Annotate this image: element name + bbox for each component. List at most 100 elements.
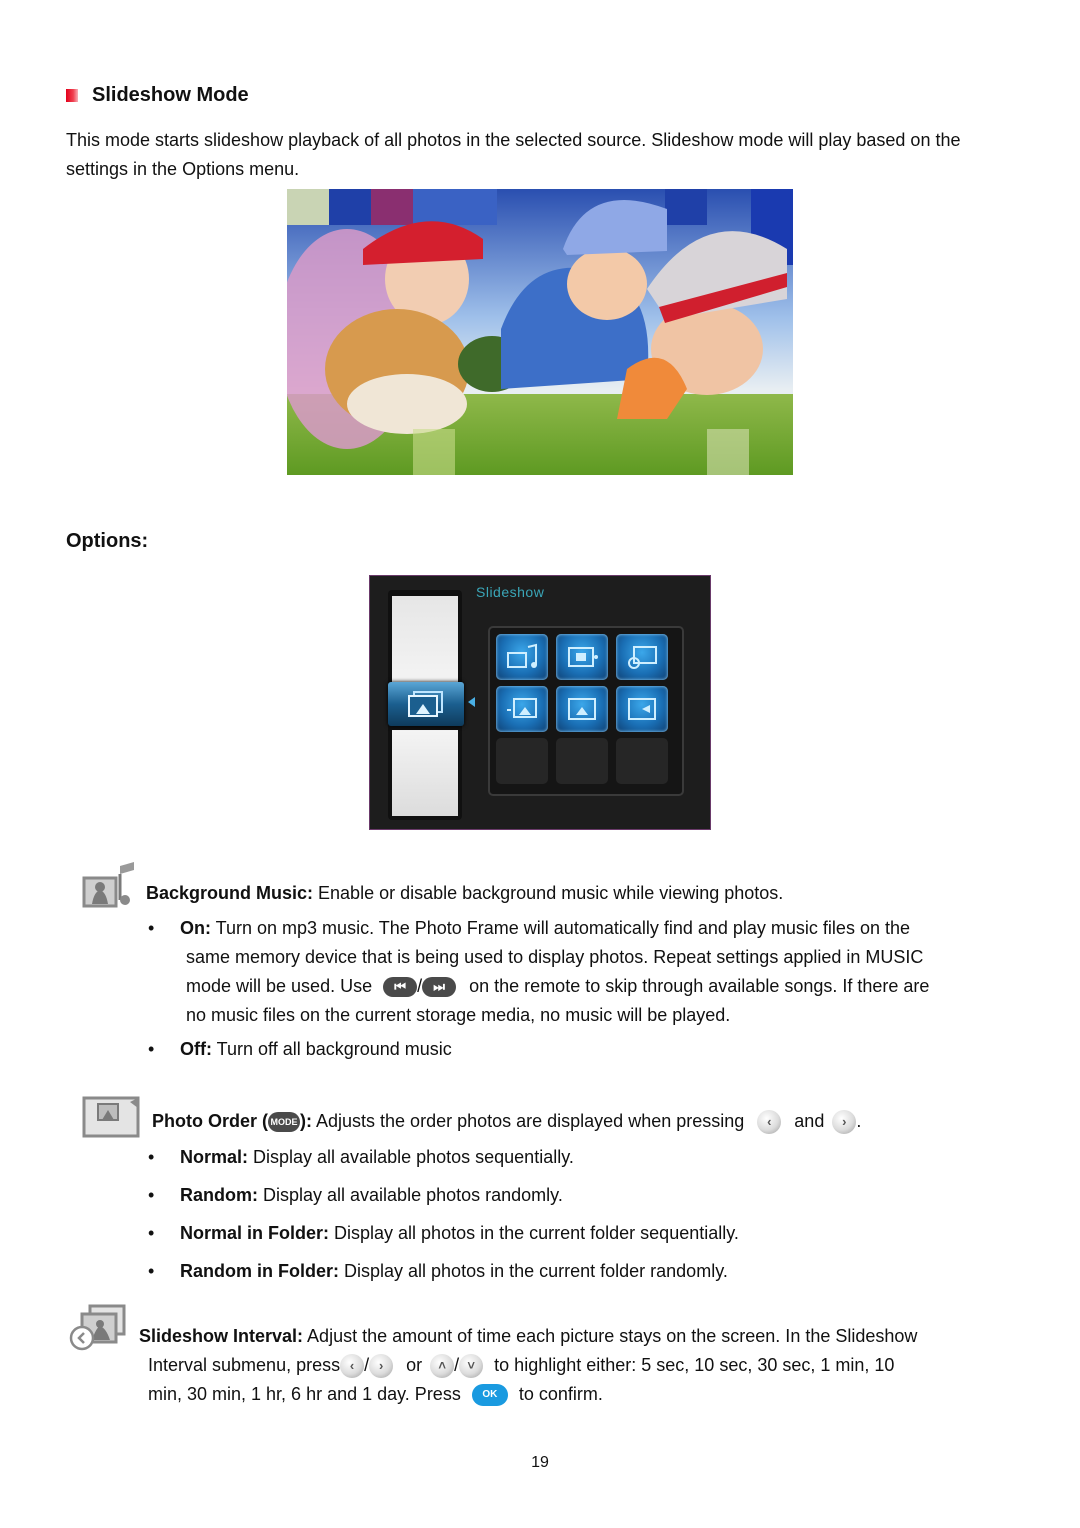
normal-label: Normal: bbox=[180, 1147, 249, 1167]
bullet-dot: • bbox=[148, 1039, 155, 1059]
random-label: Random: bbox=[180, 1185, 258, 1205]
tile-glyph bbox=[507, 698, 537, 718]
empty-slot bbox=[616, 738, 668, 784]
interval-line-2: Interval submenu, press ‹ / › or ˄ / ˅ to high… bbox=[148, 1351, 894, 1380]
section-heading: Slideshow Mode bbox=[66, 84, 249, 107]
tile-glyph bbox=[507, 643, 537, 668]
page-number: 19 bbox=[531, 1454, 549, 1471]
bullet-dot: • bbox=[148, 918, 155, 938]
photo-order-icon[interactable] bbox=[556, 634, 608, 680]
exit-icon[interactable] bbox=[616, 686, 668, 732]
off-label: Off: bbox=[180, 1039, 212, 1059]
slideshow-interval-icon[interactable] bbox=[496, 686, 548, 732]
collage-tile bbox=[413, 429, 455, 475]
photo-order-heading: Photo Order (MODE): Adjusts the order ph… bbox=[152, 1107, 861, 1136]
slideshow-interval-icon bbox=[69, 1304, 126, 1351]
random-in-folder-text: Random in Folder: Display all photos in … bbox=[180, 1257, 728, 1286]
interval-text-2a: Interval submenu, press bbox=[148, 1355, 341, 1375]
slideshow-interval-label: Slideshow Interval: bbox=[139, 1326, 304, 1346]
slideshow-interval-heading: Slideshow Interval: Adjust the amount of… bbox=[139, 1322, 917, 1351]
bullet-dot: • bbox=[148, 1223, 155, 1243]
options-heading: Options: bbox=[66, 530, 149, 552]
tile-glyph bbox=[568, 647, 598, 667]
selection-arrow-icon bbox=[468, 697, 475, 707]
mode-button-icon: MODE bbox=[268, 1112, 300, 1133]
normal-text: Normal: Display all available photos seq… bbox=[180, 1143, 574, 1172]
on-text-3a: mode will be used. Use bbox=[186, 976, 373, 996]
intro-paragraph: This mode starts slideshow playback of a… bbox=[66, 130, 961, 179]
left-arrow-button-icon: ‹ bbox=[340, 1354, 365, 1379]
on-text-4: no music files on the current storage me… bbox=[186, 1005, 731, 1025]
display-mode-icon[interactable] bbox=[556, 686, 608, 732]
random-in-folder-label: Random in Folder: bbox=[180, 1261, 339, 1281]
off-text: Off: Turn off all background music bbox=[180, 1035, 452, 1064]
collage-tile bbox=[371, 189, 413, 225]
photo-order-description: Adjusts the order photos are displayed w… bbox=[312, 1111, 745, 1131]
collage-boy-face bbox=[567, 248, 647, 320]
collage-svg bbox=[287, 189, 793, 475]
on-text-1: Turn on mp3 music. The Photo Frame will … bbox=[211, 918, 910, 938]
normal-in-folder-label: Normal in Folder: bbox=[180, 1223, 330, 1243]
background-music-label: Background Music: bbox=[146, 883, 314, 903]
background-music-icon[interactable] bbox=[496, 634, 548, 680]
slideshow-collage-image bbox=[287, 189, 793, 475]
normal-in-folder-description: Display all photos in the current folder… bbox=[329, 1223, 739, 1243]
random-description: Display all available photos randomly. bbox=[258, 1185, 563, 1205]
interval-text-1: Adjust the amount of time each picture s… bbox=[303, 1326, 918, 1346]
on-text-2: same memory device that is being used to… bbox=[186, 947, 924, 967]
selected-slideshow-icon[interactable] bbox=[388, 682, 464, 726]
menu-title: Slideshow bbox=[476, 584, 545, 600]
strip-panel-bottom bbox=[392, 730, 458, 816]
bullet-dot: • bbox=[148, 1185, 155, 1205]
right-arrow-button-icon: › bbox=[369, 1354, 394, 1379]
down-arrow-button-icon: ˅ bbox=[459, 1354, 484, 1379]
on-text-3b: on the remote to skip through available … bbox=[469, 976, 930, 996]
up-arrow-button-icon: ˄ bbox=[430, 1354, 455, 1379]
photo-order-icon bbox=[82, 1096, 140, 1138]
option-icon-grid bbox=[488, 626, 684, 796]
bullet-dot: • bbox=[148, 1147, 155, 1167]
collage-tile bbox=[287, 189, 329, 225]
normal-description: Display all available photos sequentiall… bbox=[248, 1147, 574, 1167]
interval-text-3b: to confirm. bbox=[518, 1384, 603, 1404]
empty-slot bbox=[496, 738, 548, 784]
bullet-on-line1: On: Turn on mp3 music. The Photo Frame w… bbox=[180, 914, 910, 943]
period: . bbox=[856, 1111, 862, 1131]
normal-in-folder-text: Normal in Folder: Display all photos in … bbox=[180, 1219, 739, 1248]
interval-line-3: min, 30 min, 1 hr, 6 hr and 1 day. Press… bbox=[148, 1380, 603, 1409]
interval-text-2b: to highlight either: 5 sec, 10 sec, 30 s… bbox=[494, 1355, 895, 1375]
red-square-bullet-icon bbox=[66, 89, 78, 102]
background-music-icon bbox=[82, 862, 134, 908]
collage-tile bbox=[413, 189, 497, 225]
transition-icon[interactable] bbox=[616, 634, 668, 680]
section-title: Slideshow Mode bbox=[92, 84, 249, 106]
on-label: On: bbox=[180, 918, 211, 938]
interval-text-3a: min, 30 min, 1 hr, 6 hr and 1 day. Press bbox=[148, 1384, 461, 1404]
background-music-heading: Background Music: Enable or disable back… bbox=[146, 879, 783, 908]
on-text-3: mode will be used. Use ⏮ / ⏭ on the remote… bbox=[186, 972, 929, 1001]
and-text: and bbox=[794, 1111, 825, 1131]
right-arrow-button-icon: › bbox=[832, 1110, 857, 1135]
collage-tile bbox=[707, 429, 749, 475]
strip-panel-top bbox=[392, 596, 458, 686]
tile-glyph bbox=[568, 698, 596, 720]
tile-glyph bbox=[628, 646, 657, 669]
left-arrow-button-icon: ‹ bbox=[757, 1110, 782, 1135]
collage-tile bbox=[329, 189, 371, 225]
off-description: Turn off all background music bbox=[211, 1039, 452, 1059]
photo-order-label-end: ): bbox=[300, 1111, 312, 1131]
bullet-dot: • bbox=[148, 1261, 155, 1281]
slideshow-icon bbox=[408, 691, 443, 717]
background-music-description: Enable or disable background music while… bbox=[313, 883, 784, 903]
collage-dog-chest bbox=[347, 374, 467, 434]
empty-slot bbox=[556, 738, 608, 784]
random-in-folder-description: Display all photos in the current folder… bbox=[339, 1261, 728, 1281]
tile-glyph bbox=[628, 698, 656, 720]
ok-button-icon: OK bbox=[471, 1384, 508, 1407]
next-track-button-icon: ⏭ bbox=[422, 977, 457, 998]
or-text: or bbox=[406, 1355, 423, 1375]
random-text: Random: Display all available photos ran… bbox=[180, 1181, 563, 1210]
collage-tile bbox=[665, 189, 707, 225]
previous-track-button-icon: ⏮ bbox=[383, 977, 418, 998]
slideshow-menu-screenshot: Slideshow bbox=[369, 575, 711, 830]
